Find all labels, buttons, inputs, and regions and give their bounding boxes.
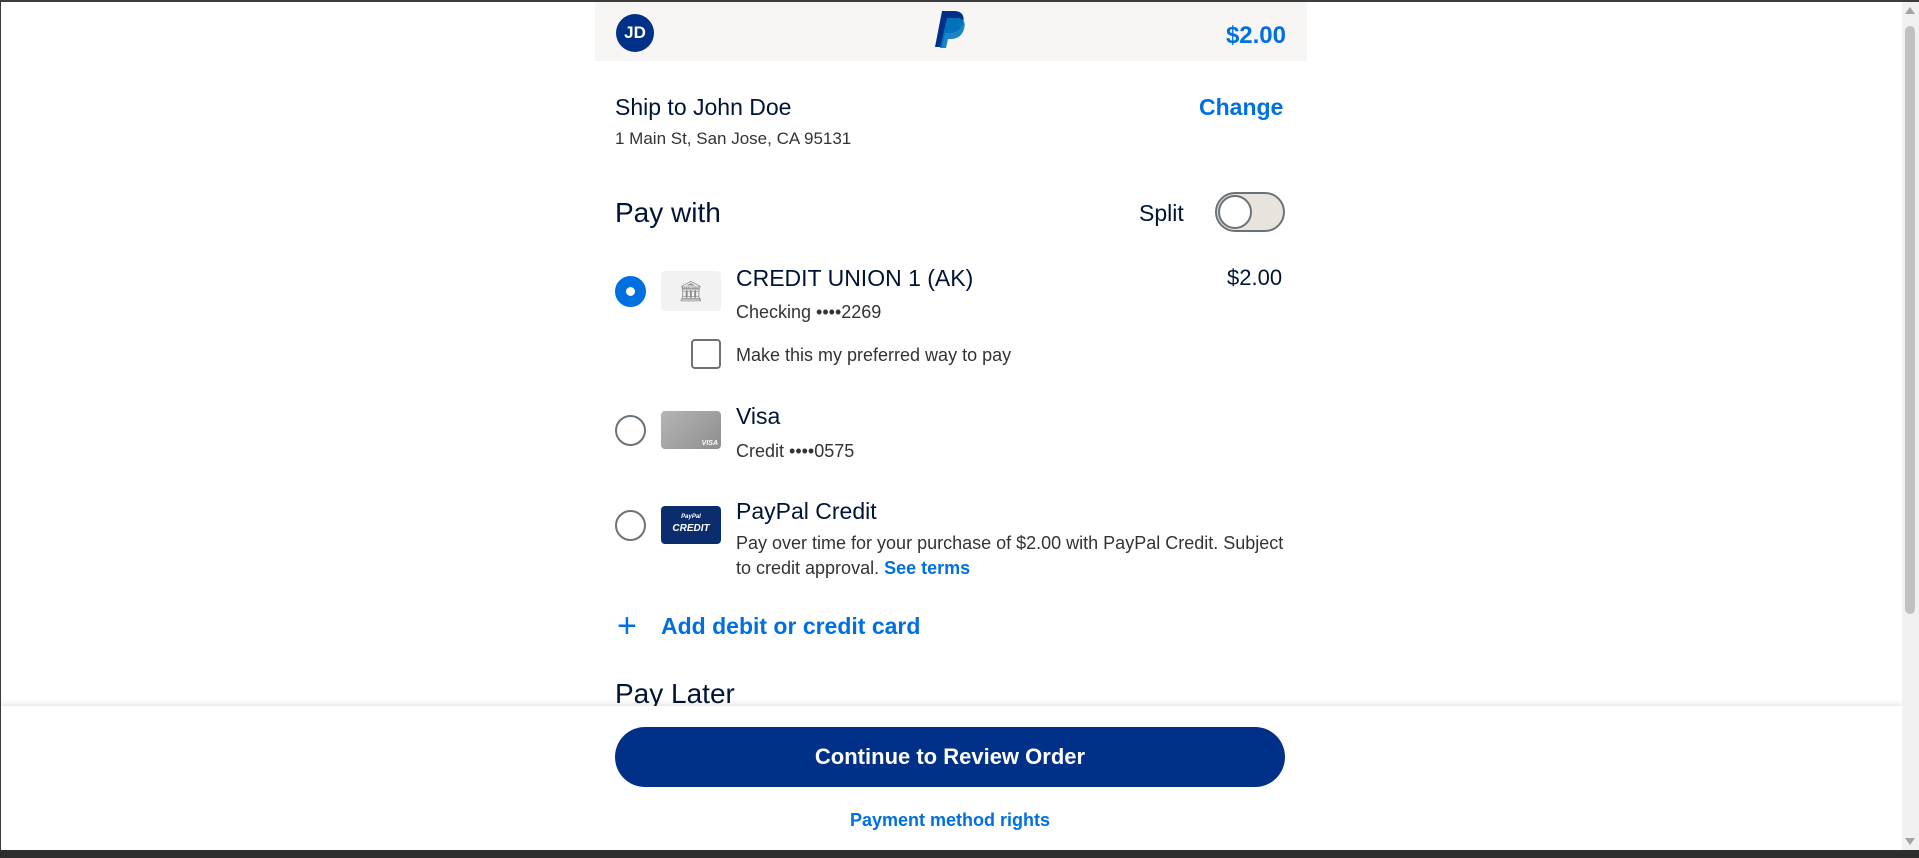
paypal-credit-description-text: Pay over time for your purchase of $2.00… xyxy=(736,533,1284,578)
method-name-credit-union: CREDIT UNION 1 (AK) xyxy=(736,265,974,291)
scroll-down-arrow-icon[interactable] xyxy=(1905,838,1915,845)
visa-card-icon: VISA xyxy=(661,411,721,449)
paypal-credit-icon-bottom-text: CREDIT xyxy=(672,523,710,534)
shipping-address: 1 Main St, San Jose, CA 95131 xyxy=(615,129,852,148)
see-terms-link[interactable]: See terms xyxy=(884,558,970,578)
add-card-link[interactable]: Add debit or credit card xyxy=(661,613,920,640)
preferred-payment-label[interactable]: Make this my preferred way to pay xyxy=(736,345,1011,366)
payment-method-rights-link[interactable]: Payment method rights xyxy=(615,810,1285,831)
method-amount-credit-union: $2.00 xyxy=(1227,265,1283,290)
split-toggle[interactable] xyxy=(1215,192,1285,232)
split-toggle-knob xyxy=(1218,195,1252,229)
plus-icon[interactable]: + xyxy=(617,609,637,643)
preferred-payment-checkbox[interactable] xyxy=(691,339,721,369)
pay-with-heading: Pay with xyxy=(615,197,721,228)
paypal-credit-icon: PayPal CREDIT xyxy=(661,506,721,544)
ship-to-title: Ship to John Doe xyxy=(615,94,792,120)
scrollbar-thumb[interactable] xyxy=(1905,26,1915,614)
scroll-up-arrow-icon[interactable] xyxy=(1905,7,1915,14)
paypal-logo-icon xyxy=(935,11,965,48)
split-label: Split xyxy=(1139,200,1184,226)
vertical-scrollbar[interactable] xyxy=(1902,2,1919,850)
radio-credit-union[interactable] xyxy=(615,276,646,307)
bank-icon: 🏛 xyxy=(661,271,721,311)
window-bottom-border xyxy=(0,850,1919,858)
order-total-amount: $2.00 xyxy=(1225,22,1286,49)
method-name-visa: Visa xyxy=(736,403,781,429)
method-name-paypal-credit: PayPal Credit xyxy=(736,498,877,524)
paypal-credit-icon-top-text: PayPal xyxy=(681,514,701,520)
radio-visa[interactable] xyxy=(615,415,646,446)
method-detail-visa: Credit ••••0575 xyxy=(736,441,855,461)
user-avatar[interactable]: JD xyxy=(616,14,654,52)
continue-to-review-button[interactable]: Continue to Review Order xyxy=(615,727,1285,787)
paypal-credit-description: Pay over time for your purchase of $2.00… xyxy=(736,531,1296,581)
radio-paypal-credit[interactable] xyxy=(615,510,646,541)
change-address-link[interactable]: Change xyxy=(1199,94,1283,121)
method-detail-credit-union: Checking ••••2269 xyxy=(736,302,882,322)
checkout-header: JD $2.00 xyxy=(595,2,1307,61)
